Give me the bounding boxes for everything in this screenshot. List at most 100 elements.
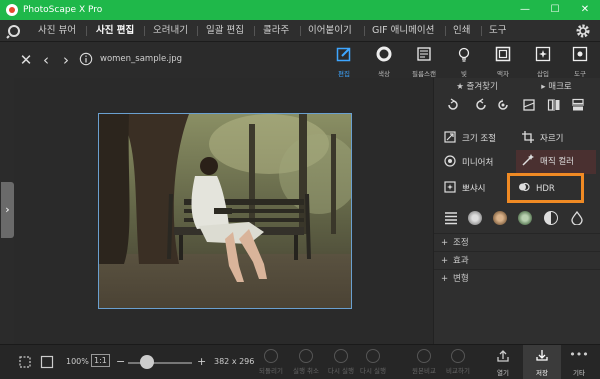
redo-icon xyxy=(334,349,348,363)
section-adjust-label: 조정 xyxy=(453,238,469,248)
side-panel-toggle[interactable]: › xyxy=(1,182,14,238)
zoom-out-button[interactable]: − xyxy=(116,355,125,368)
bokeh-label: 뽀샤시 xyxy=(462,184,486,194)
close-window-button[interactable]: ✕ xyxy=(570,0,600,20)
settings-gear-icon[interactable] xyxy=(575,23,591,39)
light-bulb-icon xyxy=(458,47,470,62)
zoom-slider-handle[interactable] xyxy=(140,355,155,369)
main-menu-bar: 사진 뷰어 사진 편집 오려내기 일괄 편집 콜라주 이어붙이기 GIF 애니메… xyxy=(0,20,600,42)
section-effects[interactable]: + 효과 xyxy=(434,251,600,269)
hdr-highlight-box xyxy=(507,173,584,203)
tab-favorites[interactable]: ★ 즐겨찾기 xyxy=(442,78,512,96)
rotate-free-icon[interactable] xyxy=(496,98,510,112)
tool-frame[interactable]: 액자 xyxy=(486,46,520,78)
compare-original-button[interactable]: 비교하기 xyxy=(442,349,474,375)
menu-photo-editor[interactable]: 사진 편집 xyxy=(96,20,134,42)
compare-original-label: 비교하기 xyxy=(446,367,470,375)
resize-button[interactable]: 크기 조절 xyxy=(444,129,496,149)
tab-favorites-label: 즐겨찾기 xyxy=(466,82,498,92)
section-transform-label: 변형 xyxy=(453,274,469,284)
zoom-slider-track[interactable] xyxy=(128,362,192,364)
bokeh-button[interactable]: 뽀샤시 xyxy=(444,179,485,199)
menu-tools[interactable]: 도구 xyxy=(489,20,506,42)
save-download-icon xyxy=(536,350,548,361)
close-photo-icon[interactable]: ✕ xyxy=(18,52,34,68)
menu-batch-edit[interactable]: 일괄 편집 xyxy=(206,20,244,42)
edit-side-panel: ★ 즐겨찾기 ▸ 매크로 크기 조절 자르기 미니어처 매직 컬러 뽀샤시 HD… xyxy=(433,78,600,344)
redo-label: 다시 실행 xyxy=(328,367,354,375)
minimize-button[interactable]: — xyxy=(510,0,540,20)
zoom-in-button[interactable]: + xyxy=(197,355,206,368)
editor-toolbar: ✕ ‹ › women_sample.jpg 편집 색상 필름스캔 빛 액자 삽… xyxy=(0,42,600,78)
magic-color-button[interactable]: 매직 컬러 xyxy=(516,150,596,174)
open-button[interactable]: 열기 xyxy=(487,349,519,377)
magic-wand-icon xyxy=(522,154,534,166)
redo-all-button[interactable]: 다시 실행 xyxy=(357,349,389,375)
compare-button[interactable]: 원본비교 xyxy=(408,349,440,375)
undo-all-button[interactable]: 되돌리기 xyxy=(255,349,287,375)
crop-button[interactable]: 자르기 xyxy=(522,129,563,149)
edit-pencil-icon xyxy=(336,47,351,62)
app-title: PhotoScape X Pro xyxy=(23,5,103,15)
tool-film-label: 필름스캔 xyxy=(412,70,436,78)
tool-edit[interactable]: 편집 xyxy=(327,46,361,78)
undo-label: 실행 취소 xyxy=(293,367,319,375)
filter-list-icon[interactable] xyxy=(444,211,458,225)
next-photo-icon[interactable]: › xyxy=(58,52,74,68)
app-logo-icon xyxy=(6,4,18,16)
filter-drop-icon[interactable] xyxy=(570,211,584,225)
more-dots-icon: ••• xyxy=(569,348,589,361)
straighten-icon[interactable] xyxy=(522,98,536,112)
miniature-label: 미니어처 xyxy=(462,158,494,168)
miniature-button[interactable]: 미니어처 xyxy=(444,153,493,173)
tool-tools[interactable]: 도구 xyxy=(563,46,597,78)
home-icon[interactable] xyxy=(6,23,22,39)
flip-horizontal-icon[interactable] xyxy=(547,98,561,112)
previous-photo-icon[interactable]: ‹ xyxy=(38,52,54,68)
tool-light[interactable]: 빛 xyxy=(447,46,481,78)
rotate-right-icon[interactable] xyxy=(474,98,488,112)
tab-macro[interactable]: ▸ 매크로 xyxy=(519,78,594,96)
resize-icon xyxy=(444,131,456,143)
section-adjust[interactable]: + 조정 xyxy=(434,233,600,251)
undo-button[interactable]: 실행 취소 xyxy=(290,349,322,375)
zoom-percentage: 100% xyxy=(66,357,89,366)
transform-expand-icon: + xyxy=(441,274,449,284)
filter-vignette-icon[interactable] xyxy=(468,211,482,225)
tool-light-label: 빛 xyxy=(461,70,467,78)
tool-film[interactable]: 필름스캔 xyxy=(407,46,441,78)
filter-contrast-icon[interactable] xyxy=(544,211,558,225)
section-transform[interactable]: + 변형 xyxy=(434,269,600,287)
insert-sparkle-icon xyxy=(535,46,551,62)
menu-print[interactable]: 인쇄 xyxy=(453,20,470,42)
adjust-expand-icon: + xyxy=(441,238,449,248)
tool-insert-label: 삽입 xyxy=(537,70,549,78)
menu-cut-out[interactable]: 오려내기 xyxy=(153,20,188,42)
redo-button[interactable]: 다시 실행 xyxy=(325,349,357,375)
tools-icon xyxy=(572,46,588,62)
fit-screen-icon[interactable] xyxy=(18,355,32,369)
compare-icon xyxy=(417,349,431,363)
more-button[interactable]: ••• 기타 xyxy=(563,348,595,378)
image-dimensions: 382 x 296 xyxy=(214,357,255,366)
flip-vertical-icon[interactable] xyxy=(571,98,585,112)
actual-size-icon[interactable] xyxy=(40,355,54,369)
section-effects-label: 효과 xyxy=(453,256,469,266)
one-to-one-button[interactable]: 1:1 xyxy=(91,354,110,367)
save-button[interactable]: 저장 xyxy=(523,345,561,379)
filter-green-icon[interactable] xyxy=(518,211,532,225)
menu-gif-animation[interactable]: GIF 애니메이션 xyxy=(372,20,434,42)
open-label: 열기 xyxy=(497,369,509,377)
menu-combine[interactable]: 이어붙이기 xyxy=(308,20,352,42)
color-circle-icon xyxy=(376,46,392,62)
info-icon[interactable] xyxy=(78,52,94,68)
photo-preview[interactable] xyxy=(98,113,352,309)
maximize-button[interactable]: ☐ xyxy=(540,0,570,20)
rotate-left-icon[interactable] xyxy=(446,98,460,112)
menu-collage[interactable]: 콜라주 xyxy=(263,20,289,42)
tool-insert[interactable]: 삽입 xyxy=(526,46,560,78)
filter-warm-icon[interactable] xyxy=(493,211,507,225)
share-upload-icon xyxy=(497,350,509,362)
tool-color[interactable]: 색상 xyxy=(367,46,401,78)
menu-photo-viewer[interactable]: 사진 뷰어 xyxy=(38,20,76,42)
